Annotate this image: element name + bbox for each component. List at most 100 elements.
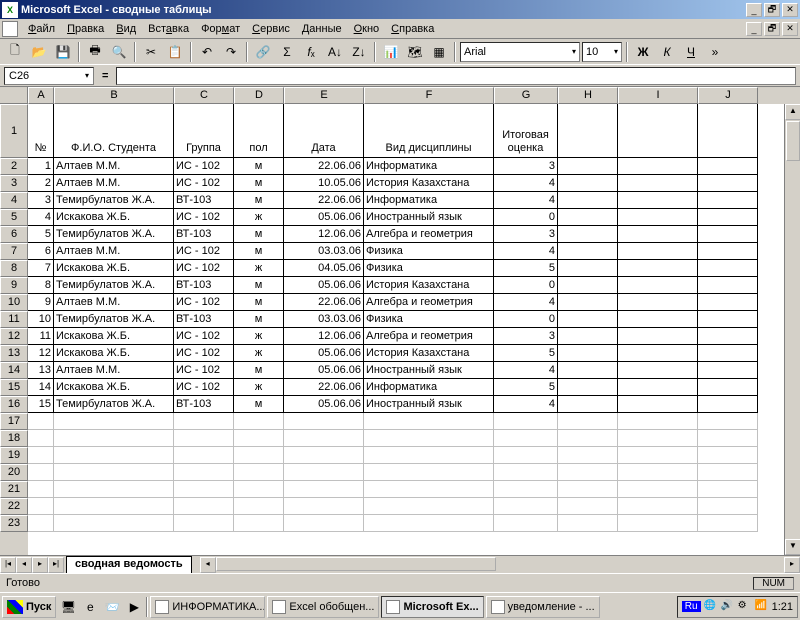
cell-B15[interactable]: Искакова Ж.Б. bbox=[54, 379, 174, 396]
cell-D14[interactable]: м bbox=[234, 362, 284, 379]
cell-B5[interactable]: Искакова Ж.Б. bbox=[54, 209, 174, 226]
cell-F2[interactable]: Информатика bbox=[364, 158, 494, 175]
menu-format[interactable]: Формат bbox=[195, 21, 246, 37]
cell-A10[interactable]: 9 bbox=[28, 294, 54, 311]
cell-B17[interactable] bbox=[54, 413, 174, 430]
cell-J6[interactable] bbox=[698, 226, 758, 243]
cell-A15[interactable]: 14 bbox=[28, 379, 54, 396]
cell-A11[interactable]: 10 bbox=[28, 311, 54, 328]
task-button-1[interactable]: ИНФОРМАТИКА... bbox=[150, 596, 265, 618]
cell-C13[interactable]: ИС - 102 bbox=[174, 345, 234, 362]
clock[interactable]: 1:21 bbox=[772, 601, 793, 613]
cell-J12[interactable] bbox=[698, 328, 758, 345]
cell-A6[interactable]: 5 bbox=[28, 226, 54, 243]
cell-D11[interactable]: м bbox=[234, 311, 284, 328]
chart-button[interactable]: 📊 bbox=[380, 41, 402, 63]
cell-J10[interactable] bbox=[698, 294, 758, 311]
task-button-2[interactable]: Excel обобщен... bbox=[267, 596, 379, 618]
cell-C2[interactable]: ИС - 102 bbox=[174, 158, 234, 175]
cell-E14[interactable]: 05.06.06 bbox=[284, 362, 364, 379]
row-header-22[interactable]: 22 bbox=[0, 498, 28, 515]
menu-file[interactable]: Файл bbox=[22, 21, 61, 37]
scroll-down-arrow[interactable]: ▼ bbox=[785, 539, 800, 555]
cell-E8[interactable]: 04.05.06 bbox=[284, 260, 364, 277]
more-button[interactable]: » bbox=[704, 41, 726, 63]
cell-H1[interactable] bbox=[558, 104, 618, 158]
cell-H14[interactable] bbox=[558, 362, 618, 379]
row-header-6[interactable]: 6 bbox=[0, 226, 28, 243]
cell-E5[interactable]: 05.06.06 bbox=[284, 209, 364, 226]
cell-A2[interactable]: 1 bbox=[28, 158, 54, 175]
row-header-13[interactable]: 13 bbox=[0, 345, 28, 362]
cell-A23[interactable] bbox=[28, 515, 54, 532]
cell-E11[interactable]: 03.03.06 bbox=[284, 311, 364, 328]
cell-G20[interactable] bbox=[494, 464, 558, 481]
cell-C22[interactable] bbox=[174, 498, 234, 515]
cell-F13[interactable]: История Казахстана bbox=[364, 345, 494, 362]
cell-I17[interactable] bbox=[618, 413, 698, 430]
cell-F15[interactable]: Информатика bbox=[364, 379, 494, 396]
tray-icon-4[interactable]: 📶 bbox=[755, 600, 769, 614]
cell-A20[interactable] bbox=[28, 464, 54, 481]
link-button[interactable]: 🔗 bbox=[252, 41, 274, 63]
cell-H22[interactable] bbox=[558, 498, 618, 515]
cell-D6[interactable]: м bbox=[234, 226, 284, 243]
row-header-21[interactable]: 21 bbox=[0, 481, 28, 498]
cells-area[interactable]: №Ф.И.О. СтудентаГруппаполДатаВид дисципл… bbox=[28, 104, 800, 555]
cell-F8[interactable]: Физика bbox=[364, 260, 494, 277]
cell-I13[interactable] bbox=[618, 345, 698, 362]
name-box[interactable]: C26▾ bbox=[4, 67, 94, 85]
cell-A13[interactable]: 12 bbox=[28, 345, 54, 362]
col-header-A[interactable]: A bbox=[28, 87, 54, 104]
row-header-7[interactable]: 7 bbox=[0, 243, 28, 260]
preview-button[interactable]: 🔍 bbox=[108, 41, 130, 63]
row-header-8[interactable]: 8 bbox=[0, 260, 28, 277]
tab-first[interactable]: |◂ bbox=[0, 557, 16, 573]
cell-J13[interactable] bbox=[698, 345, 758, 362]
cell-J19[interactable] bbox=[698, 447, 758, 464]
cell-A14[interactable]: 13 bbox=[28, 362, 54, 379]
doc-restore-button[interactable]: 🗗 bbox=[764, 22, 780, 36]
cell-B23[interactable] bbox=[54, 515, 174, 532]
bold-button[interactable]: Ж bbox=[632, 41, 654, 63]
menu-help[interactable]: Справка bbox=[385, 21, 440, 37]
cell-J1[interactable] bbox=[698, 104, 758, 158]
cell-J17[interactable] bbox=[698, 413, 758, 430]
cell-E7[interactable]: 03.03.06 bbox=[284, 243, 364, 260]
select-all-corner[interactable] bbox=[0, 87, 28, 104]
cell-I19[interactable] bbox=[618, 447, 698, 464]
cell-H17[interactable] bbox=[558, 413, 618, 430]
cell-F9[interactable]: История Казахстана bbox=[364, 277, 494, 294]
cell-E9[interactable]: 05.06.06 bbox=[284, 277, 364, 294]
italic-button[interactable]: К bbox=[656, 41, 678, 63]
cell-C15[interactable]: ИС - 102 bbox=[174, 379, 234, 396]
cell-B13[interactable]: Искакова Ж.Б. bbox=[54, 345, 174, 362]
cell-A17[interactable] bbox=[28, 413, 54, 430]
col-header-G[interactable]: G bbox=[494, 87, 558, 104]
cell-B3[interactable]: Алтаев М.М. bbox=[54, 175, 174, 192]
cell-C18[interactable] bbox=[174, 430, 234, 447]
cell-J3[interactable] bbox=[698, 175, 758, 192]
tray-icon-3[interactable]: ⚙ bbox=[738, 600, 752, 614]
sum-button[interactable]: Σ bbox=[276, 41, 298, 63]
cell-B21[interactable] bbox=[54, 481, 174, 498]
cell-G9[interactable]: 0 bbox=[494, 277, 558, 294]
cell-A7[interactable]: 6 bbox=[28, 243, 54, 260]
cell-A8[interactable]: 7 bbox=[28, 260, 54, 277]
col-header-J[interactable]: J bbox=[698, 87, 758, 104]
doc-close-button[interactable]: ✕ bbox=[782, 22, 798, 36]
cell-I11[interactable] bbox=[618, 311, 698, 328]
cell-G5[interactable]: 0 bbox=[494, 209, 558, 226]
cell-H5[interactable] bbox=[558, 209, 618, 226]
cell-E10[interactable]: 22.06.06 bbox=[284, 294, 364, 311]
cell-I14[interactable] bbox=[618, 362, 698, 379]
sort-asc-button[interactable]: A↓ bbox=[324, 41, 346, 63]
row-header-2[interactable]: 2 bbox=[0, 158, 28, 175]
cell-E21[interactable] bbox=[284, 481, 364, 498]
cell-F1[interactable]: Вид дисциплины bbox=[364, 104, 494, 158]
cell-G1[interactable]: Итоговая оценка bbox=[494, 104, 558, 158]
row-header-3[interactable]: 3 bbox=[0, 175, 28, 192]
cell-H11[interactable] bbox=[558, 311, 618, 328]
tab-last[interactable]: ▸| bbox=[48, 557, 64, 573]
cell-D13[interactable]: ж bbox=[234, 345, 284, 362]
